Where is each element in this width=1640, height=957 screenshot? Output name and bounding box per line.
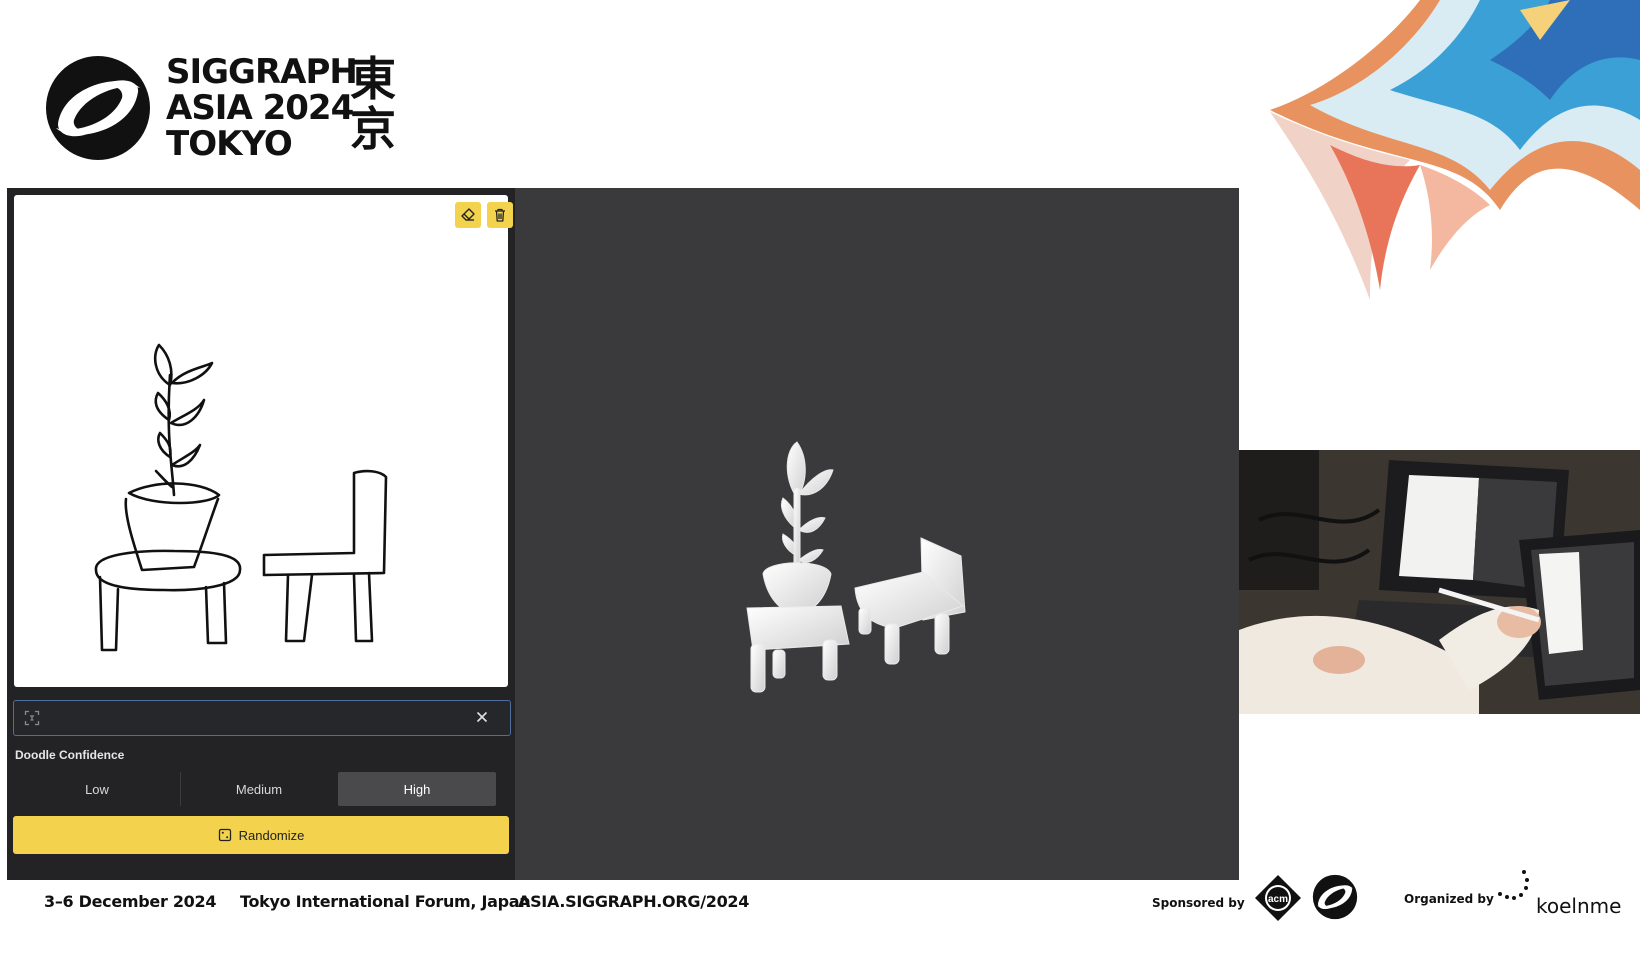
sponsored-by-label: Sponsored by [1152,896,1245,910]
organized-by-label: Organized by [1404,892,1494,906]
decorative-swirl-art [1270,0,1640,300]
prompt-input[interactable] [50,705,474,731]
dice-icon [218,828,231,842]
logo-line-tokyo: TOKYO [166,124,293,164]
siggraph-sponsor-logo-icon [1312,874,1358,920]
confidence-option-medium[interactable]: Medium [181,772,337,806]
scan-icon [24,710,40,726]
logo-kanji: 東 京 [350,54,396,154]
3d-preview-viewport[interactable] [515,188,1239,880]
3d-render [746,441,966,693]
confidence-option-label: Low [85,781,109,797]
doodle-sketch [94,343,388,652]
prompt-input-bar[interactable] [13,700,511,736]
acm-logo-text: acm [1268,894,1288,905]
confidence-option-label: Medium [235,781,283,797]
confidence-option-label: High [403,781,431,797]
koelnmesse-dots-icon [1498,870,1529,900]
scan-button[interactable] [24,710,40,731]
event-url[interactable]: ASIA.SIGGRAPH.ORG/2024 [518,892,749,911]
clear-prompt-button[interactable] [474,709,490,730]
logo-line-asia: ASIA 2024 [166,88,354,128]
logo-kanji-1: 東 [350,52,396,106]
doodle-confidence-label: Doodle Confidence [15,748,125,762]
confidence-option-low[interactable]: Low [15,772,179,806]
siggraph-emblem-icon [46,56,150,160]
confidence-option-high[interactable]: High [338,772,496,806]
event-venue: Tokyo International Forum, Japan [240,892,531,911]
demo-photo [1239,450,1640,714]
doodle-app-window: Doodle Confidence Low Medium High Random… [7,188,1239,880]
randomize-label: Randomize [238,827,305,843]
logo-wordmark: SIGGRAPH ASIA 2024 TOKYO [166,52,358,164]
sketch-panel: Doodle Confidence Low Medium High Random… [7,188,515,880]
siggraph-asia-logo: SIGGRAPH ASIA 2024 TOKYO 東 京 [44,54,444,164]
organizer-name: koelnme [1536,894,1622,918]
logo-kanji-2: 京 [350,102,396,156]
acm-logo-icon: acm [1255,875,1301,921]
demo-camera-video [1239,450,1640,714]
close-icon [476,711,488,723]
event-dates: 3–6 December 2024 [44,892,217,911]
logo-line-siggraph: SIGGRAPH [166,52,358,92]
randomize-button[interactable]: Randomize [13,816,509,854]
drawing-canvas[interactable] [14,195,513,687]
